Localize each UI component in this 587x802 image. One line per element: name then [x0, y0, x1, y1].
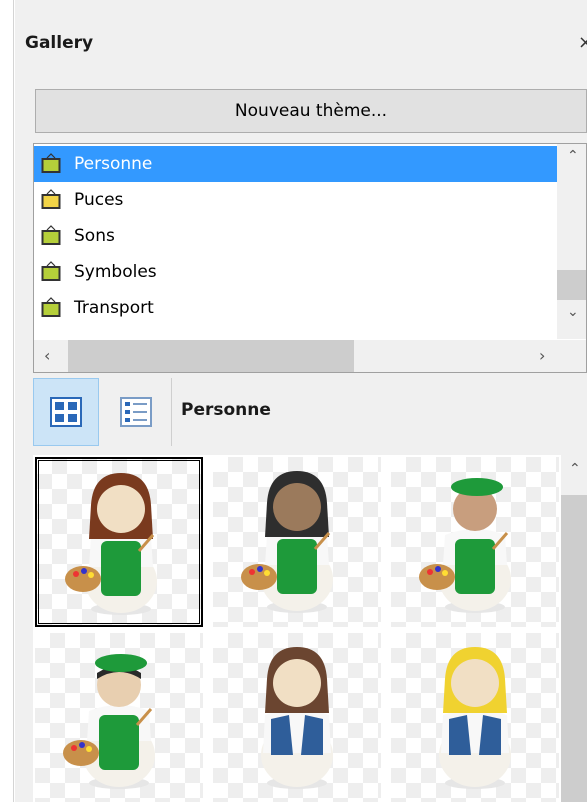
- chevron-left-icon[interactable]: ‹: [44, 346, 50, 365]
- woman-brown-hair-vest-icon: [261, 647, 333, 789]
- grid-view-icon: [50, 397, 82, 427]
- theme-folder-icon: [41, 153, 61, 173]
- painter-woman-black-hair-icon: [241, 471, 333, 613]
- themes-list[interactable]: Personne Puces Sons Symboles Transport ⌃…: [33, 143, 587, 373]
- painter-man-beret-dark-icon: [63, 654, 155, 789]
- gallery-item[interactable]: [391, 633, 559, 802]
- chevron-up-icon[interactable]: ⌃: [569, 461, 581, 477]
- new-theme-button[interactable]: Nouveau thème...: [35, 89, 587, 133]
- scrollbar-thumb[interactable]: [68, 340, 354, 372]
- chevron-down-icon[interactable]: ⌄: [567, 304, 579, 320]
- current-theme-label: Personne: [181, 400, 271, 420]
- scrollbar-thumb[interactable]: [557, 270, 586, 300]
- detail-view-button[interactable]: [103, 378, 169, 446]
- theme-item-transport[interactable]: Transport: [34, 290, 559, 326]
- scrollbar-thumb[interactable]: [561, 495, 587, 802]
- woman-blonde-hair-vest-icon: [439, 647, 511, 789]
- gallery-item[interactable]: [35, 633, 203, 802]
- theme-item-puces[interactable]: Puces: [34, 182, 559, 218]
- gallery-grid[interactable]: ⌃: [33, 455, 587, 802]
- theme-item-label: Personne: [74, 154, 153, 174]
- close-icon[interactable]: ×: [578, 32, 587, 53]
- gallery-item[interactable]: [213, 457, 381, 627]
- left-margin: [0, 0, 14, 802]
- theme-item-sons[interactable]: Sons: [34, 218, 559, 254]
- view-toolbar: Personne: [33, 378, 587, 448]
- theme-item-label: Sons: [74, 226, 115, 246]
- themes-vertical-scrollbar[interactable]: ⌃ ⌄: [557, 144, 586, 339]
- themes-horizontal-scrollbar[interactable]: ‹ ›: [34, 340, 586, 372]
- theme-item-personne[interactable]: Personne: [34, 146, 559, 182]
- painter-woman-brown-hair-icon: [65, 473, 157, 615]
- gallery-item[interactable]: [35, 457, 203, 627]
- theme-folder-icon: [41, 297, 61, 317]
- chevron-up-icon[interactable]: ⌃: [567, 148, 579, 164]
- list-view-icon: [120, 397, 152, 427]
- icon-view-button[interactable]: [33, 378, 99, 446]
- gallery-item[interactable]: [391, 457, 559, 627]
- gallery-vertical-scrollbar[interactable]: ⌃: [561, 455, 587, 802]
- theme-item-label: Transport: [74, 298, 154, 318]
- theme-folder-icon: [41, 225, 61, 245]
- theme-item-label: Puces: [74, 190, 124, 210]
- theme-item-symboles[interactable]: Symboles: [34, 254, 559, 290]
- painter-man-beret-icon: [419, 478, 511, 613]
- chevron-right-icon[interactable]: ›: [539, 346, 545, 365]
- theme-item-label: Symboles: [74, 262, 157, 282]
- toolbar-separator: [171, 378, 172, 446]
- theme-folder-icon: [41, 189, 61, 209]
- gallery-item[interactable]: [213, 633, 381, 802]
- panel-title: Gallery: [25, 33, 94, 53]
- theme-folder-icon: [41, 261, 61, 281]
